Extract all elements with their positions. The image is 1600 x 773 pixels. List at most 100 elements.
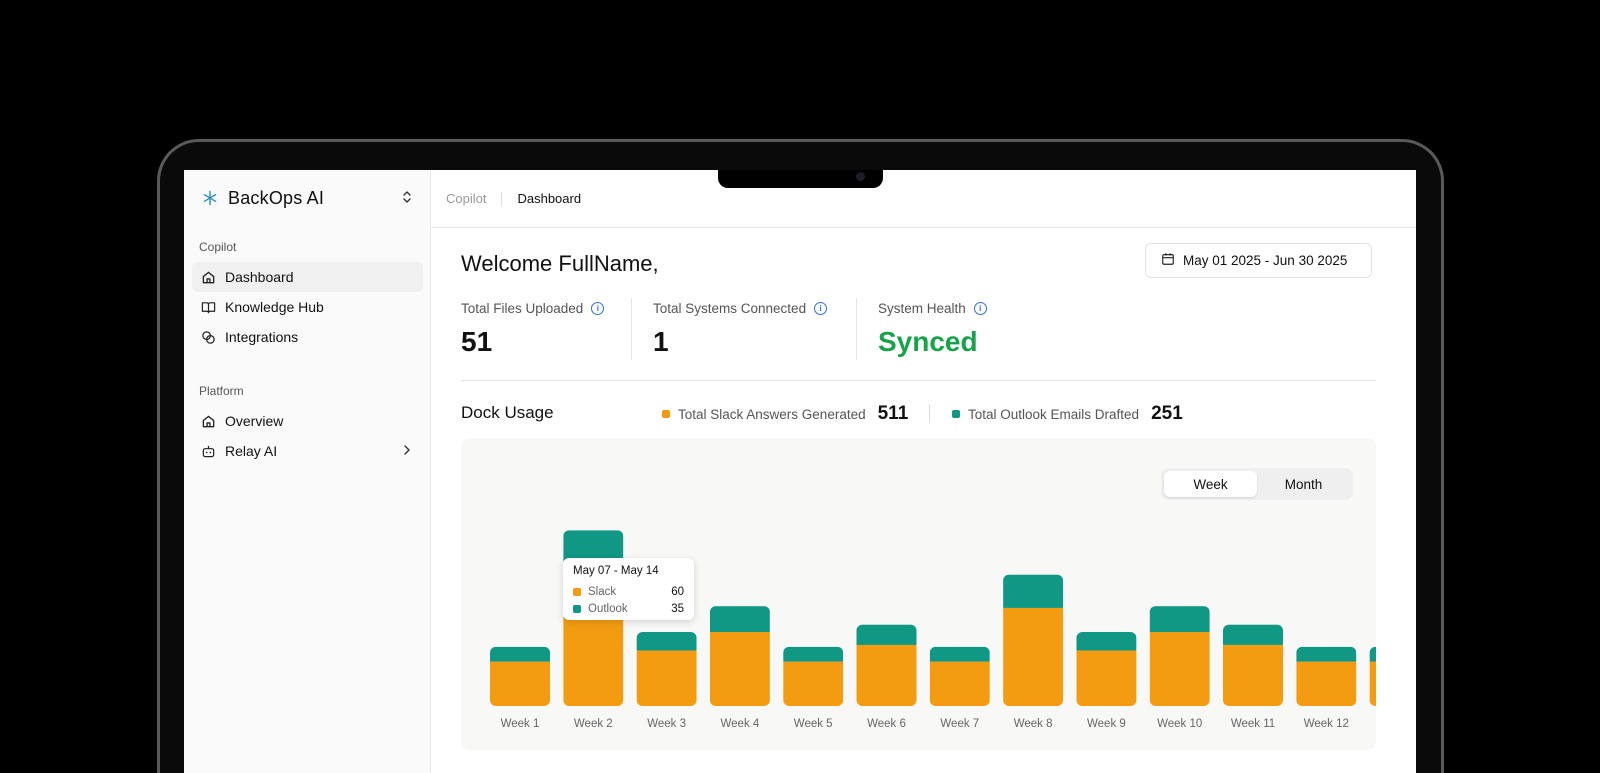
sidebar-item-overview[interactable]: Overview: [192, 406, 423, 436]
tooltip-label: Slack: [588, 585, 617, 598]
info-icon[interactable]: i: [973, 302, 987, 315]
breadcrumb: Copilot Dashboard: [431, 170, 1416, 228]
tooltip-value: 35: [671, 602, 684, 615]
outlook-swatch: [952, 410, 960, 418]
period-toggle: Week Month: [1161, 468, 1353, 500]
dock-usage-chart: Week 1 Week 2 Week 3 Week 4 Week 5 Week 6 Week…: [461, 438, 1376, 750]
bar-outlook[interactable]: [1369, 646, 1376, 662]
bar-slack[interactable]: [783, 661, 844, 706]
bar-outlook[interactable]: [856, 624, 917, 645]
bar-outlook[interactable]: [1296, 646, 1357, 662]
tooltip-title: May 07 - May 14: [573, 565, 659, 577]
legend-slack: Total Slack Answers Generated 511: [662, 403, 908, 425]
stat-files-uploaded: Total Files Uploaded i 51: [461, 301, 605, 358]
bar-group[interactable]: [929, 646, 990, 706]
breadcrumb-current: Dashboard: [517, 191, 582, 206]
bar-group[interactable]: [709, 606, 770, 706]
chevron-updown-icon[interactable]: [402, 190, 412, 204]
x-tick-label: Week 9: [1087, 718, 1126, 730]
x-tick-label: Week 4: [721, 718, 760, 730]
bar-slack[interactable]: [490, 661, 550, 706]
slack-total: 511: [877, 403, 909, 424]
brand-name: BackOps AI: [228, 188, 325, 208]
system-health-status: Synced: [878, 326, 978, 357]
sidebar-item-label: Integrations: [225, 329, 299, 345]
sidebar-item-integrations[interactable]: Integrations: [192, 322, 423, 352]
sidebar: BackOps AI Copilot Dashboard Knowledge H…: [184, 170, 431, 773]
brand[interactable]: BackOps AI: [202, 188, 324, 209]
legend-outlook: Total Outlook Emails Drafted 251: [952, 403, 1183, 425]
x-tick-label: Week 8: [1014, 718, 1053, 730]
outlook-total: 251: [1151, 403, 1183, 424]
x-tick-label: Week 12: [1304, 718, 1349, 730]
bar-slack[interactable]: [856, 644, 917, 706]
toggle-week[interactable]: Week: [1164, 471, 1257, 497]
bar-outlook[interactable]: [1149, 606, 1210, 632]
bar-slack[interactable]: [929, 661, 990, 706]
bar-group[interactable]: [636, 632, 697, 707]
sidebar-item-label: Knowledge Hub: [225, 299, 324, 315]
bar-outlook[interactable]: [929, 646, 990, 662]
bar-slack[interactable]: [1149, 632, 1210, 706]
info-icon[interactable]: i: [591, 302, 605, 315]
bar-slack[interactable]: [709, 632, 770, 706]
sidebar-item-knowledge-hub[interactable]: Knowledge Hub: [192, 292, 423, 322]
x-tick-label: Week 10: [1157, 718, 1202, 730]
tooltip-label: Outlook: [588, 602, 628, 615]
bar-outlook[interactable]: [490, 646, 550, 662]
bar-slack[interactable]: [1296, 661, 1357, 706]
tooltip-row-outlook: Outlook 35: [573, 600, 684, 617]
bar-outlook[interactable]: [1076, 632, 1137, 651]
section-label-platform: Platform: [199, 384, 244, 398]
sidebar-item-dashboard[interactable]: Dashboard: [192, 262, 423, 292]
bar-group[interactable]: [490, 646, 550, 706]
bar-outlook[interactable]: [709, 606, 770, 632]
sidebar-item-relay-ai[interactable]: Relay AI: [192, 436, 423, 466]
bar-group[interactable]: [1003, 574, 1064, 706]
home-icon: [200, 269, 216, 285]
bar-slack[interactable]: [1223, 644, 1283, 706]
divider: [461, 380, 1376, 381]
tooltip-value: 60: [671, 585, 684, 598]
bar-group[interactable]: [1369, 646, 1376, 706]
date-range-button[interactable]: May 01 2025 - Jun 30 2025: [1145, 243, 1372, 278]
stat-divider: [631, 298, 632, 360]
x-tick-label: Week 6: [867, 718, 906, 730]
toggle-month[interactable]: Month: [1257, 471, 1350, 497]
sidebar-item-label: Relay AI: [225, 443, 278, 459]
bar-outlook[interactable]: [1223, 624, 1283, 645]
breadcrumb-parent[interactable]: Copilot: [446, 191, 486, 206]
info-icon[interactable]: i: [814, 302, 828, 315]
bar-group[interactable]: [1223, 624, 1283, 706]
stat-label: Total Files Uploaded: [461, 301, 584, 316]
calendar-icon: [1161, 252, 1175, 269]
x-tick-label: Week 7: [940, 718, 979, 730]
slack-swatch: [573, 587, 581, 596]
bar-group[interactable]: [1076, 632, 1137, 707]
bar-outlook[interactable]: [636, 632, 697, 651]
stat-label: System Health: [878, 301, 966, 316]
x-tick-label: Week 3: [647, 718, 686, 730]
date-range-label: May 01 2025 - Jun 30 2025: [1183, 253, 1348, 268]
bar-group[interactable]: [856, 624, 917, 706]
bar-slack[interactable]: [1076, 650, 1137, 707]
bar-outlook[interactable]: [783, 646, 844, 662]
bar-slack[interactable]: [1003, 607, 1064, 706]
book-icon: [200, 299, 216, 315]
outlook-swatch: [573, 604, 581, 613]
page-title: Welcome FullName,: [461, 251, 659, 276]
legend-divider: [929, 404, 930, 422]
bar-group[interactable]: [1149, 606, 1210, 706]
x-tick-label: Week 2: [574, 718, 613, 730]
bar-slack[interactable]: [636, 650, 697, 707]
bar-slack[interactable]: [1369, 661, 1376, 706]
chevron-right-icon: [403, 443, 411, 459]
stat-label: Total Systems Connected: [653, 301, 807, 316]
x-tick-label: Week 5: [794, 718, 833, 730]
slack-swatch: [662, 410, 670, 418]
bar-group[interactable]: [1296, 646, 1357, 706]
bar-group[interactable]: [783, 646, 844, 706]
x-tick-label: Week 1: [501, 718, 540, 730]
bar-outlook[interactable]: [1003, 574, 1064, 608]
section-label-copilot: Copilot: [199, 240, 237, 254]
